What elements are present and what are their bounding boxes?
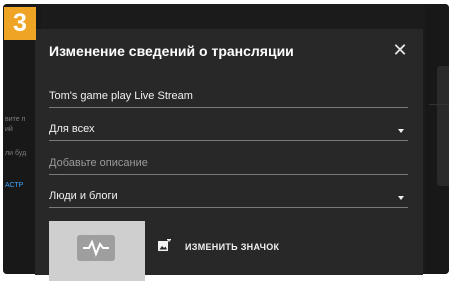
background-right-panel bbox=[425, 4, 449, 274]
step-badge: 3 bbox=[4, 7, 36, 40]
category-value[interactable]: Люди и блоги bbox=[49, 190, 118, 202]
description-field[interactable]: Добавьте описание bbox=[49, 154, 408, 175]
dropdown-caret-icon[interactable] bbox=[398, 196, 404, 200]
thumbnail-preview[interactable] bbox=[49, 221, 145, 281]
close-icon[interactable]: ✕ bbox=[392, 40, 407, 60]
dialog-title: Изменение сведений о трансляции bbox=[49, 43, 294, 59]
background-side-panel bbox=[437, 66, 449, 186]
thumbnail-placeholder-icon bbox=[77, 235, 115, 261]
background-text: ли буд bbox=[5, 150, 27, 157]
visibility-select[interactable]: Для всех bbox=[49, 120, 408, 141]
visibility-value[interactable]: Для всех bbox=[49, 123, 94, 135]
background-text: ий bbox=[5, 126, 13, 133]
category-select[interactable]: Люди и блоги bbox=[49, 187, 408, 208]
description-placeholder[interactable]: Добавьте описание bbox=[49, 157, 148, 169]
title-input-value[interactable]: Tom's game play Live Stream bbox=[49, 90, 193, 102]
background-link[interactable]: АСТР bbox=[5, 182, 23, 189]
background-text: вите п bbox=[5, 116, 26, 123]
dropdown-caret-icon[interactable] bbox=[398, 129, 404, 133]
title-field[interactable]: Tom's game play Live Stream bbox=[49, 87, 408, 108]
change-thumbnail-button[interactable]: ИЗМЕНИТЬ ЗНАЧОК bbox=[185, 242, 279, 252]
add-photo-icon[interactable] bbox=[158, 239, 171, 252]
close-button[interactable]: ✕ bbox=[391, 41, 409, 59]
divider bbox=[429, 104, 449, 105]
edit-stream-dialog: Изменение сведений о трансляции ✕ Tom's … bbox=[35, 29, 423, 281]
